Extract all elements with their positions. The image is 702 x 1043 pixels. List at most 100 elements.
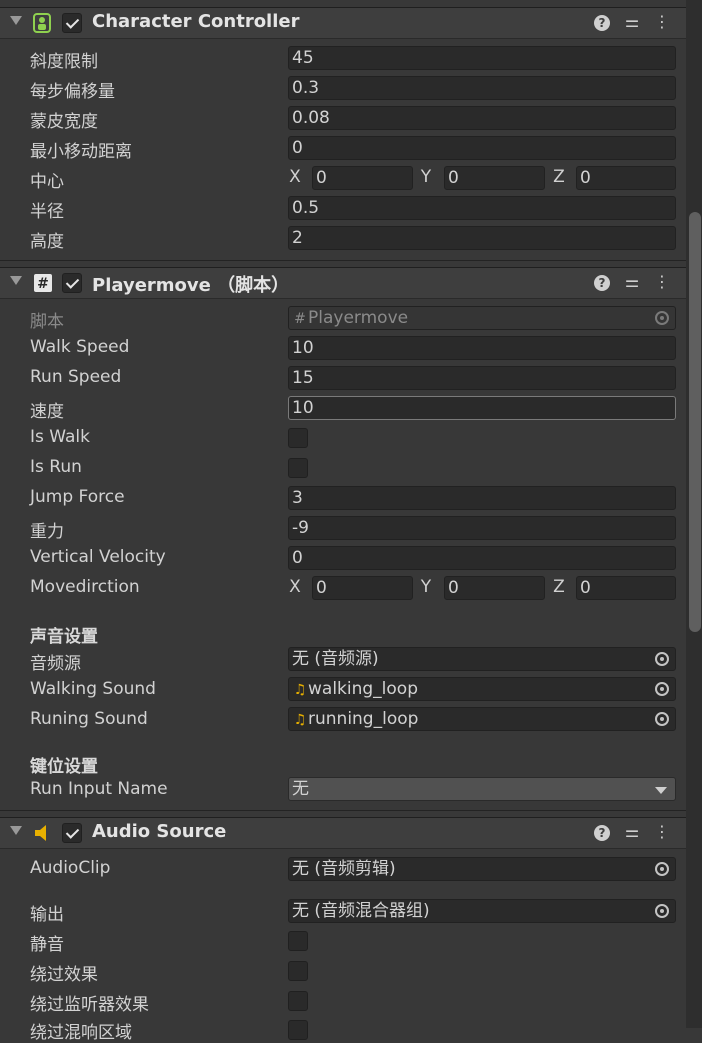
more-options-icon[interactable]: ⋮	[652, 272, 672, 292]
character-controller-enabled-checkbox[interactable]	[62, 13, 82, 33]
field-label: 重力	[30, 522, 64, 542]
bypass-reverb-zones-checkbox[interactable]	[288, 1020, 308, 1040]
bypass-listener-effects-checkbox[interactable]	[288, 991, 308, 1011]
script-icon: #	[34, 274, 52, 292]
foldout-arrow-icon[interactable]	[10, 16, 22, 25]
field-label: 半径	[30, 202, 64, 222]
component-title: Character Controller	[92, 11, 300, 32]
field-label: 斜度限制	[30, 52, 98, 72]
run-input-value: 无	[292, 779, 309, 799]
field-label: Is Run	[30, 457, 82, 477]
more-options-icon[interactable]: ⋮	[652, 822, 672, 842]
x-axis-label: X	[289, 167, 301, 187]
object-picker-icon[interactable]	[655, 904, 669, 918]
object-picker-icon[interactable]	[655, 682, 669, 696]
bypass-effects-checkbox[interactable]	[288, 961, 308, 981]
object-picker-icon[interactable]	[655, 862, 669, 876]
help-icon[interactable]: ?	[594, 825, 610, 841]
field-label: Jump Force	[30, 487, 125, 507]
field-label: Movedirction	[30, 577, 140, 597]
field-label: Run Speed	[30, 367, 122, 387]
character-controller-header[interactable]: Character Controller ? ⚌ ⋮	[0, 7, 686, 39]
walk-speed-field[interactable]: 10	[288, 336, 676, 360]
vertical-velocity-field[interactable]: 0	[288, 546, 676, 570]
output-object-field[interactable]: 无 (音频混合器组)	[288, 899, 676, 923]
slope-limit-field[interactable]: 45	[288, 46, 676, 70]
center-x-field[interactable]: 0	[312, 166, 413, 190]
running-sound-value: running_loop	[308, 709, 419, 729]
field-label: Walking Sound	[30, 679, 156, 699]
field-label: AudioClip	[30, 858, 111, 878]
field-label: 每步偏移量	[30, 82, 115, 102]
speed-field[interactable]: 10	[288, 396, 676, 420]
component-title: Audio Source	[92, 821, 227, 842]
foldout-arrow-icon[interactable]	[10, 826, 22, 835]
field-label: Is Walk	[30, 427, 90, 447]
movedirction-x-field[interactable]: 0	[312, 576, 413, 600]
jump-force-field[interactable]: 3	[288, 486, 676, 510]
audio-clip-icon: ♫	[293, 712, 307, 728]
y-axis-label: Y	[420, 577, 432, 597]
playermove-enabled-checkbox[interactable]	[62, 273, 82, 293]
audio-clip-object-field[interactable]: 无 (音频剪辑)	[288, 857, 676, 881]
presets-icon[interactable]: ⚌	[622, 272, 642, 292]
field-label: 静音	[30, 935, 64, 955]
is-run-checkbox[interactable]	[288, 458, 308, 478]
help-icon[interactable]: ?	[594, 275, 610, 291]
output-value: 无 (音频混合器组)	[292, 901, 430, 921]
presets-icon[interactable]: ⚌	[622, 822, 642, 842]
scrollbar-thumb[interactable]	[689, 212, 701, 632]
movedirction-z-field[interactable]: 0	[576, 576, 676, 600]
field-label: 音频源	[30, 654, 81, 674]
center-z-field[interactable]: 0	[576, 166, 676, 190]
z-axis-label: Z	[553, 577, 565, 597]
field-label: 绕过混响区域	[30, 1023, 132, 1043]
gravity-field[interactable]: -9	[288, 516, 676, 540]
object-picker-icon[interactable]	[655, 712, 669, 726]
walking-sound-value: walking_loop	[308, 679, 418, 699]
foldout-arrow-icon[interactable]	[10, 276, 22, 285]
y-axis-label: Y	[420, 167, 432, 187]
x-axis-label: X	[289, 577, 301, 597]
movedirction-y-field[interactable]: 0	[444, 576, 545, 600]
script-field[interactable]: # Playermove	[288, 306, 676, 330]
field-label: 高度	[30, 232, 64, 252]
min-move-distance-field[interactable]: 0	[288, 136, 676, 160]
object-picker-icon[interactable]	[655, 652, 669, 666]
mute-checkbox[interactable]	[288, 931, 308, 951]
walking-sound-object-field[interactable]: ♫ walking_loop	[288, 677, 676, 701]
audio-source-header[interactable]: Audio Source ? ⚌ ⋮	[0, 817, 686, 849]
audio-source-object-field[interactable]: 无 (音频源)	[288, 647, 676, 671]
audio-source-enabled-checkbox[interactable]	[62, 823, 82, 843]
help-icon[interactable]: ?	[594, 15, 610, 31]
running-sound-object-field[interactable]: ♫ running_loop	[288, 707, 676, 731]
component-separator	[0, 260, 686, 261]
object-picker-icon[interactable]	[655, 311, 669, 325]
field-label: Walk Speed	[30, 337, 130, 357]
field-label: Vertical Velocity	[30, 547, 166, 567]
field-label: 最小移动距离	[30, 142, 132, 162]
skin-width-field[interactable]: 0.08	[288, 106, 676, 130]
field-label: 绕过监听器效果	[30, 995, 149, 1015]
audio-clip-icon: ♫	[293, 682, 307, 698]
is-walk-checkbox[interactable]	[288, 428, 308, 448]
radius-field[interactable]: 0.5	[288, 196, 676, 220]
field-label: Runing Sound	[30, 709, 148, 729]
playermove-header[interactable]: # Playermove （脚本） ? ⚌ ⋮	[0, 267, 686, 299]
character-controller-icon	[33, 13, 51, 33]
field-label: 速度	[30, 402, 64, 422]
script-icon: #	[294, 311, 306, 327]
speaker-icon	[35, 825, 46, 841]
field-label: Run Input Name	[30, 779, 168, 799]
presets-icon[interactable]: ⚌	[622, 12, 642, 32]
height-field[interactable]: 2	[288, 226, 676, 250]
component-title: Playermove （脚本）	[92, 275, 290, 296]
run-input-dropdown[interactable]: 无	[288, 777, 676, 801]
run-speed-field[interactable]: 15	[288, 366, 676, 390]
audio-clip-value: 无 (音频剪辑)	[292, 859, 396, 879]
center-y-field[interactable]: 0	[444, 166, 545, 190]
section-header-keys: 键位设置	[30, 757, 98, 777]
field-label: 输出	[30, 905, 64, 925]
more-options-icon[interactable]: ⋮	[652, 12, 672, 32]
step-offset-field[interactable]: 0.3	[288, 76, 676, 100]
